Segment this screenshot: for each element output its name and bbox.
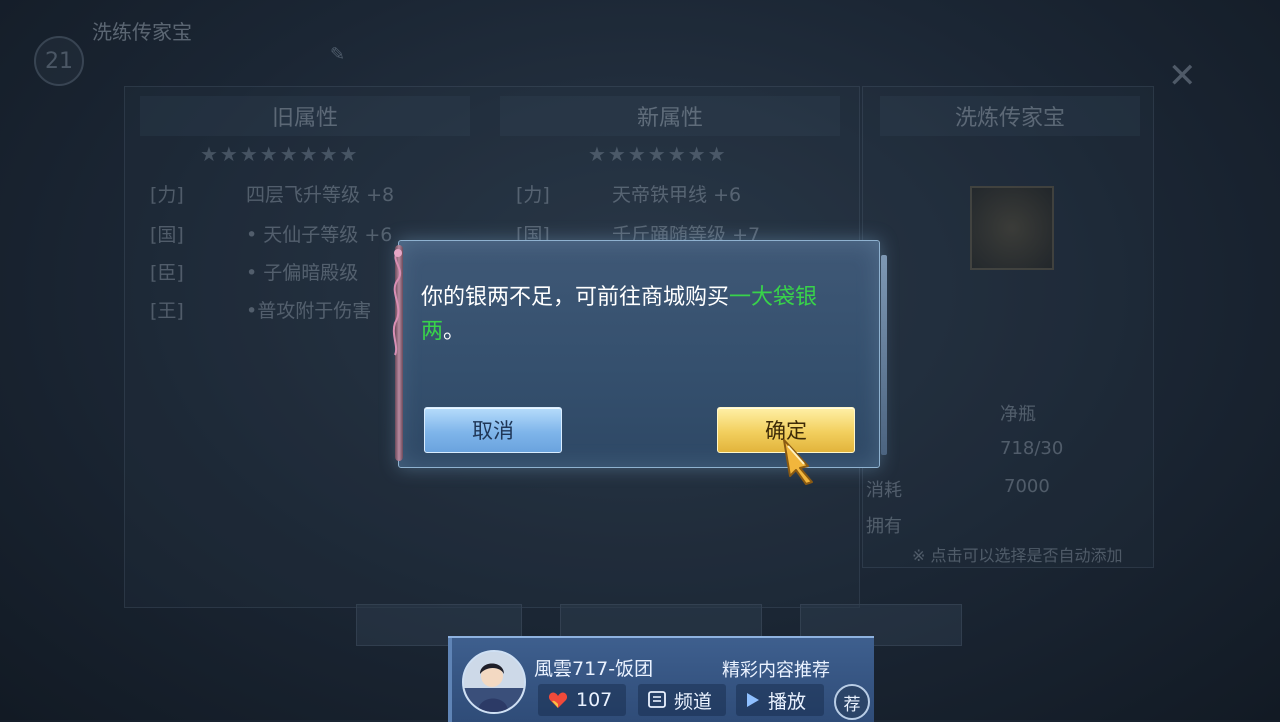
message-text: 你的银两不足，可前往商城购买 xyxy=(421,285,730,310)
message-end: 。 xyxy=(443,319,466,344)
attr-text: • 天仙子等级 +6 xyxy=(246,224,393,246)
play-button[interactable]: 播放 xyxy=(736,684,824,716)
attr-text: 四层飞升等级 +8 xyxy=(246,184,395,206)
item-count: 718/30 xyxy=(1000,438,1064,459)
recommend-button[interactable]: 荐 xyxy=(834,684,870,720)
attr-text: 天帝铁甲线 +6 xyxy=(612,184,742,206)
item-name: 净瓶 xyxy=(1000,404,1036,425)
chat-icon xyxy=(648,691,666,709)
old-attr-row: [王] •普攻附于伤害 xyxy=(150,296,371,323)
old-attr-row: [力] 四层飞升等级 +8 xyxy=(150,180,394,207)
attr-text: • 子偏暗殿级 xyxy=(246,262,359,284)
own-label: 拥有 xyxy=(866,516,902,537)
attr-text: •普攻附于伤害 xyxy=(246,300,372,322)
old-attr-row: [国] • 天仙子等级 +6 xyxy=(150,220,392,247)
attr-slot: [力] xyxy=(516,184,550,206)
insufficient-silver-dialog: 你的银两不足，可前往商城购买一大袋银两。 取消 确定 xyxy=(392,240,887,468)
recommend-label[interactable]: 精彩内容推荐 xyxy=(722,656,830,682)
hint-text: ※ 点击可以选择是否自动添加 xyxy=(912,546,1123,565)
attr-slot: [力] xyxy=(150,184,184,206)
pointer-hand-icon xyxy=(783,439,813,485)
streamer-name: 風雲717-饭团 xyxy=(534,658,654,680)
heart-icon xyxy=(548,691,568,709)
cost-label: 消耗 xyxy=(866,480,902,501)
likes-button[interactable]: 107 xyxy=(538,684,626,716)
cancel-button[interactable]: 取消 xyxy=(424,407,562,453)
play-icon xyxy=(746,692,760,708)
heirloom-item-slot xyxy=(970,186,1054,270)
avatar[interactable] xyxy=(462,650,526,714)
likes-count: 107 xyxy=(576,689,613,711)
old-stars: ★★★★★★★★ xyxy=(200,142,360,166)
close-icon: ✕ xyxy=(1168,56,1197,96)
live-stream-widget: 風雲717-饭团 精彩内容推荐 107 频道 播放 荐 xyxy=(448,636,874,722)
tab-old-attrs: 旧属性 xyxy=(140,96,470,136)
attr-slot: [臣] xyxy=(150,262,184,284)
tab-heirloom: 洗炼传家宝 xyxy=(880,96,1140,136)
play-label: 播放 xyxy=(768,690,807,713)
old-attr-row: [臣] • 子偏暗殿级 xyxy=(150,258,358,285)
level-badge: 21 xyxy=(34,36,84,86)
dialog-message: 你的银两不足，可前往商城购买一大袋银两。 xyxy=(421,281,861,349)
attr-slot: [王] xyxy=(150,300,184,322)
channel-button[interactable]: 频道 xyxy=(638,684,726,716)
cost-value: 7000 xyxy=(1004,476,1050,497)
tab-new-attrs: 新属性 xyxy=(500,96,840,136)
new-stars: ★★★★★★★ xyxy=(588,142,728,166)
attr-slot: [国] xyxy=(150,224,184,246)
ribbon-decoration xyxy=(392,249,402,356)
edit-icon: ✎ xyxy=(330,44,346,65)
panel-title: 洗练传家宝 xyxy=(92,20,192,44)
channel-label: 频道 xyxy=(674,690,713,713)
streamer-avatar-icon xyxy=(464,652,524,712)
new-attr-row: [力] 天帝铁甲线 +6 xyxy=(516,180,741,207)
